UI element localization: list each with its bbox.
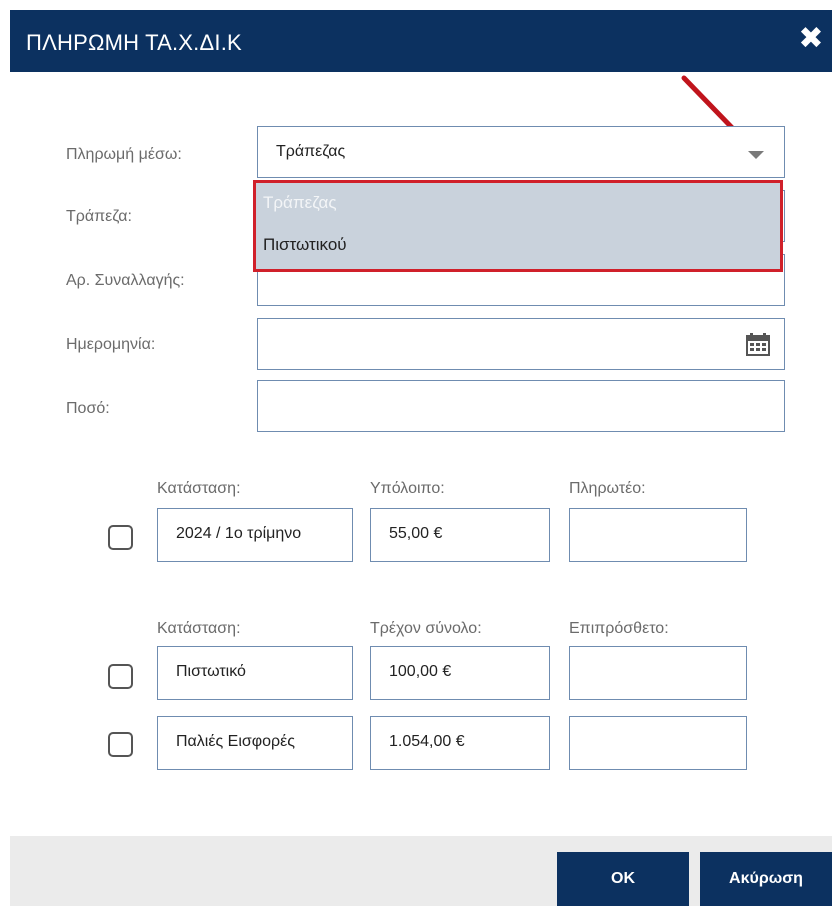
section1-header-payable: Πληρωτέο: <box>569 480 646 497</box>
calendar-icon[interactable] <box>746 332 770 356</box>
section2-row1-total-text: 100,00 € <box>389 663 452 680</box>
section1-header-balance: Υπόλοιπο: <box>370 480 445 497</box>
amount-field[interactable] <box>257 380 785 432</box>
section1-row1-balance-text: 55,00 € <box>389 525 443 542</box>
section2-row2-status-text: Παλιές Εισφορές <box>176 733 295 750</box>
date-field[interactable] <box>257 318 785 370</box>
section1-row1-balance: 55,00 € <box>370 508 550 562</box>
cancel-button[interactable]: Ακύρωση <box>700 852 832 906</box>
section2-row2-checkbox[interactable] <box>108 732 133 757</box>
dropdown-arrow-icon[interactable] <box>748 151 764 159</box>
section2-row1-status-text: Πιστωτικό <box>176 663 246 680</box>
payment-method-label: Πληρωμή μέσω: <box>66 146 182 163</box>
section2-row1-additional-input[interactable] <box>569 646 747 700</box>
close-icon[interactable]: ✖ <box>796 24 826 54</box>
section2-header-total: Τρέχον σύνολο: <box>370 620 482 637</box>
section2-row1-status: Πιστωτικό <box>157 646 353 700</box>
section1-row1-payable-input[interactable] <box>569 508 747 562</box>
dropdown-option-bank[interactable]: Τράπεζας <box>263 193 337 213</box>
date-label: Ημερομηνία: <box>66 336 156 353</box>
section2-row2-additional-input[interactable] <box>569 716 747 770</box>
payment-method-value: Τράπεζας <box>276 143 346 160</box>
transaction-label: Αρ. Συναλλαγής: <box>66 272 185 289</box>
dropdown-option-credit[interactable]: Πιστωτικού <box>263 235 347 255</box>
section1-row1-checkbox[interactable] <box>108 525 133 550</box>
payment-method-select[interactable]: Τράπεζας <box>257 126 785 178</box>
section1-row1-status-text: 2024 / 1ο τρίμηνο <box>176 525 302 542</box>
section2-header-status: Κατάσταση: <box>157 620 241 637</box>
payment-method-dropdown: Τράπεζας Πιστωτικού <box>253 180 783 272</box>
section2-row2-total-text: 1.054,00 € <box>389 733 465 750</box>
section2-row2-total: 1.054,00 € <box>370 716 550 770</box>
section1-row1-status: 2024 / 1ο τρίμηνο <box>157 508 353 562</box>
section2-row2-status: Παλιές Εισφορές <box>157 716 353 770</box>
bank-label: Τράπεζα: <box>66 208 132 225</box>
dialog-titlebar: ΠΛΗΡΩΜΗ ΤΑ.Χ.ΔΙ.Κ ✖ <box>10 10 832 72</box>
amount-label: Ποσό: <box>66 400 110 417</box>
ok-button[interactable]: OK <box>557 852 689 906</box>
section1-header-status: Κατάσταση: <box>157 480 241 497</box>
dialog-title: ΠΛΗΡΩΜΗ ΤΑ.Χ.ΔΙ.Κ <box>26 30 242 55</box>
section2-row1-total: 100,00 € <box>370 646 550 700</box>
section2-header-additional: Επιπρόσθετο: <box>569 620 669 637</box>
section2-row1-checkbox[interactable] <box>108 664 133 689</box>
